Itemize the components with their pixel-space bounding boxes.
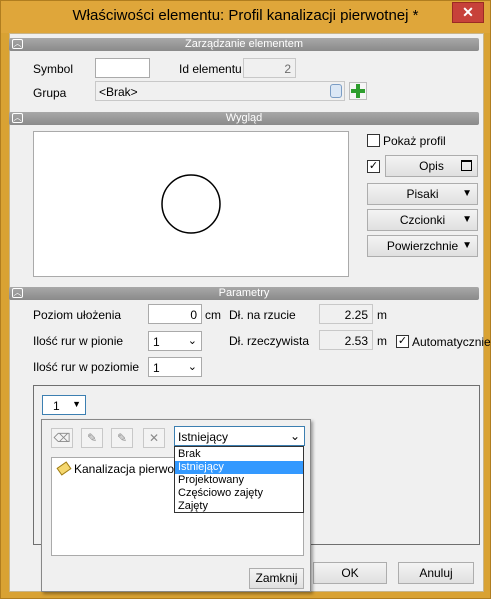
close-popup-button[interactable]: Zamknij [249,568,304,589]
level-value: 0 [190,308,197,322]
real-length-label: Dł. rzeczywista [229,334,310,348]
pipe-index-value: 1 [53,399,60,413]
delete-button[interactable]: ✕ [143,428,165,448]
id-value: 2 [284,62,291,76]
description-checkbox[interactable]: ✓ [367,160,380,173]
cancel-label: Anuluj [419,566,453,580]
level-unit: cm [205,308,221,322]
automatic-label: Automatycznie [412,335,491,349]
dropdown-arrow-icon: ▼ [462,188,472,199]
close-icon: ✕ [462,4,474,20]
picker-icon[interactable] [330,84,342,98]
delete-icon: ✕ [148,431,160,445]
status-option-selected[interactable]: Istniejący [175,461,303,474]
vertical-pipes-select[interactable]: 1 ⌄ [148,331,202,351]
description-button[interactable]: Opis [385,155,478,177]
dropdown-arrow-icon: ▼ [462,214,472,225]
tree-item[interactable]: Kanalizacja pierwotna [56,461,191,476]
pencil-icon: ✎ [86,431,98,445]
fonts-label: Czcionki [399,213,446,227]
dropdown-arrow-icon: ▼ [462,240,472,251]
horizontal-pipes-value: 1 [153,361,160,375]
close-popup-label: Zamknij [255,571,298,585]
pipe-icon [56,461,72,476]
projection-length-value: 2.25 [344,308,368,322]
projection-length-unit: m [377,308,387,322]
pens-label: Pisaki [406,187,439,201]
cancel-button[interactable]: Anuluj [398,562,474,584]
ok-button[interactable]: OK [313,562,387,584]
surfaces-button[interactable]: Powierzchnie ▼ [367,235,478,257]
add-group-button[interactable] [349,82,367,100]
pencil-button[interactable]: ✎ [81,428,103,448]
status-option[interactable]: Zajęty [175,500,303,513]
section-management-label: Zarządzanie elementem [184,38,303,50]
show-profile-label: Pokaż profil [383,134,446,148]
vertical-pipes-label: Ilość rur w pionie [33,334,124,348]
pens-button[interactable]: Pisaki ▼ [367,183,478,205]
section-management-header[interactable]: ︿ Zarządzanie elementem [9,38,479,51]
status-option[interactable]: Projektowany [175,474,303,487]
chevron-down-icon: ⌄ [187,335,197,347]
projection-length-field: 2.25 [319,304,373,324]
dialog-window: Właściwości elementu: Profil kanalizacji… [0,0,491,599]
eraser-icon: ⌫ [53,431,71,445]
pencil-alt-button[interactable]: ✎ [111,428,133,448]
section-appearance-label: Wygląd [225,112,263,124]
window-title: Właściwości elementu: Profil kanalizacji… [72,7,419,24]
real-length-value: 2.53 [344,334,368,348]
close-button[interactable]: ✕ [452,2,484,23]
section-parameters-header[interactable]: ︿ Parametry [9,287,479,300]
window-icon [461,160,472,171]
profile-preview [33,131,349,277]
horizontal-pipes-select[interactable]: 1 ⌄ [148,357,202,377]
fonts-button[interactable]: Czcionki ▼ [367,209,478,231]
horizontal-pipes-label: Ilość rur w poziomie [33,360,140,374]
status-select-value: Istniejący [178,430,229,444]
status-option[interactable]: Brak [175,448,303,461]
group-value: <Brak> [99,85,138,99]
group-field[interactable]: <Brak> [95,81,345,101]
id-field: 2 [243,58,296,78]
ok-label: OK [341,566,359,580]
title-bar[interactable]: Właściwości elementu: Profil kanalizacji… [1,1,490,33]
real-length-field: 2.53 [319,330,373,350]
add-icon [351,84,365,98]
symbol-input[interactable] [95,58,150,78]
level-label: Poziom ułożenia [33,308,122,322]
dropdown-arrow-icon: ▼ [72,399,81,409]
automatic-checkbox[interactable]: ✓ [396,335,409,348]
eraser-button[interactable]: ⌫ [51,428,73,448]
show-profile-checkbox[interactable] [367,134,380,147]
description-label: Opis [419,159,444,173]
vertical-pipes-value: 1 [153,335,160,349]
pipe-index-select[interactable]: 1 ▼ [42,395,86,415]
symbol-label: Symbol [33,62,74,76]
status-option[interactable]: Częściowo zajęty [175,487,303,500]
status-select[interactable]: Istniejący ⌄ [174,426,305,446]
pencil-icon: ✎ [116,431,128,445]
real-length-unit: m [377,334,387,348]
section-appearance-header[interactable]: ︿ Wygląd [9,112,479,125]
group-label: Grupa [33,86,67,100]
status-dropdown-list: Brak Istniejący Projektowany Częściowo z… [174,446,304,513]
section-parameters-label: Parametry [218,287,270,299]
level-input[interactable]: 0 [148,304,202,324]
surfaces-label: Powierzchnie [386,239,459,253]
id-label: Id elementu [179,62,242,76]
projection-length-label: Dł. na rzucie [229,308,296,322]
pipe-circle-drawing [161,174,221,234]
chevron-down-icon: ⌄ [289,429,300,443]
chevron-down-icon: ⌄ [187,361,197,373]
